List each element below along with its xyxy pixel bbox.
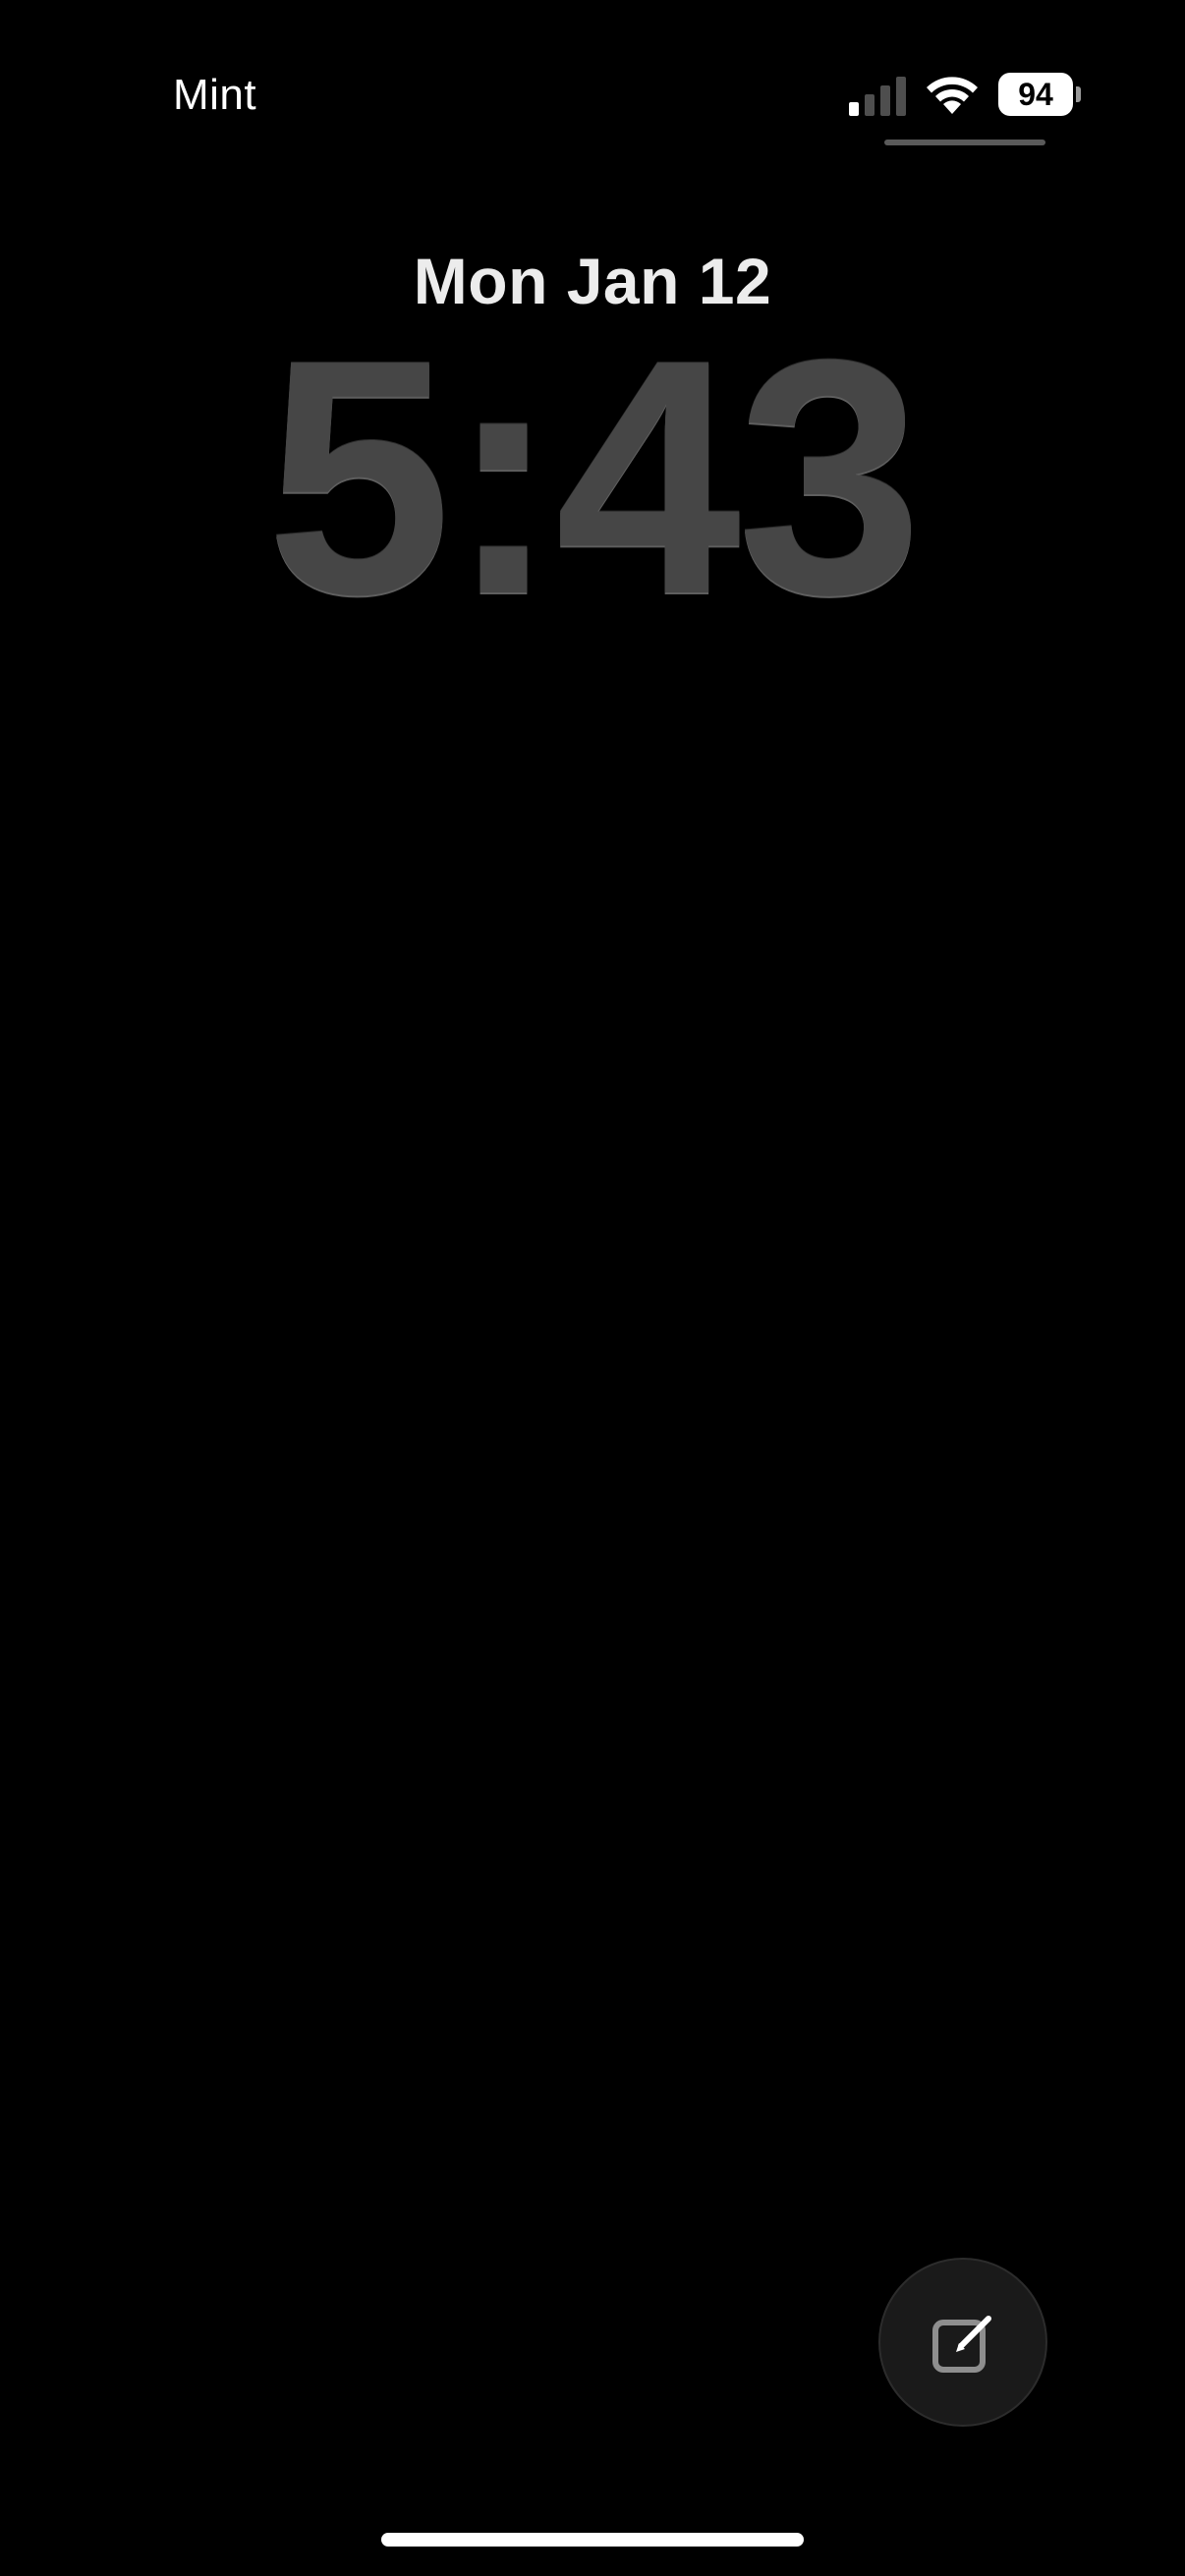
home-indicator[interactable] xyxy=(381,2533,804,2547)
quick-note-button[interactable] xyxy=(878,2258,1047,2427)
compose-icon xyxy=(932,2316,991,2373)
battery-level: 94 xyxy=(1018,77,1053,112)
cellular-signal-icon xyxy=(849,77,906,116)
status-indicator-line xyxy=(884,140,1045,145)
battery-indicator: 94 xyxy=(998,73,1081,116)
status-bar: Mint 94 xyxy=(0,0,1185,157)
lock-screen-clock: 5:43 xyxy=(265,291,924,664)
battery-nub xyxy=(1076,86,1081,102)
wifi-icon xyxy=(927,77,978,114)
carrier-name: Mint xyxy=(173,71,257,119)
